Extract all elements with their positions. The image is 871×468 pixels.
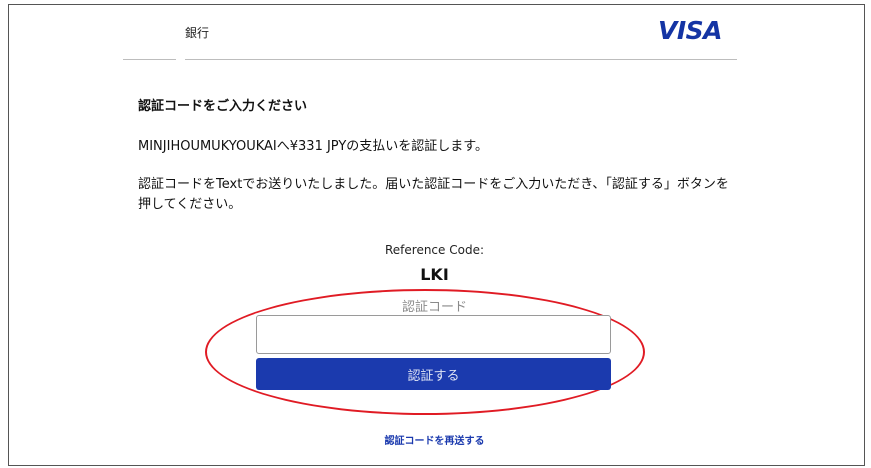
auth-frame: 銀行 VISA 認証コードをご入力ください MINJIHOUMUKYOUKAIへ… — [8, 4, 865, 466]
resend-code-link[interactable]: 認証コードを再送する — [9, 432, 860, 447]
visa-logo: VISA — [658, 16, 723, 45]
bank-name: 銀行 — [185, 26, 210, 40]
code-field-label: 認証コード — [401, 300, 467, 315]
header-divider-left — [123, 59, 176, 60]
reference-code-value: LKI — [420, 265, 449, 284]
reference-code-label: Reference Code: — [384, 243, 484, 257]
instruction-text: 認証コードをTextでお送りいたしました。届いた認証コードをご入力いただき、「認… — [138, 177, 729, 212]
header-divider-right — [185, 59, 737, 60]
auth-code-input[interactable] — [256, 315, 611, 354]
payment-description: MINJIHOUMUKYOUKAIへ¥331 JPYの支払いを認証します。 — [138, 139, 489, 154]
page-title: 認証コードをご入力ください — [138, 99, 308, 114]
authenticate-button[interactable]: 認証する — [256, 358, 611, 390]
